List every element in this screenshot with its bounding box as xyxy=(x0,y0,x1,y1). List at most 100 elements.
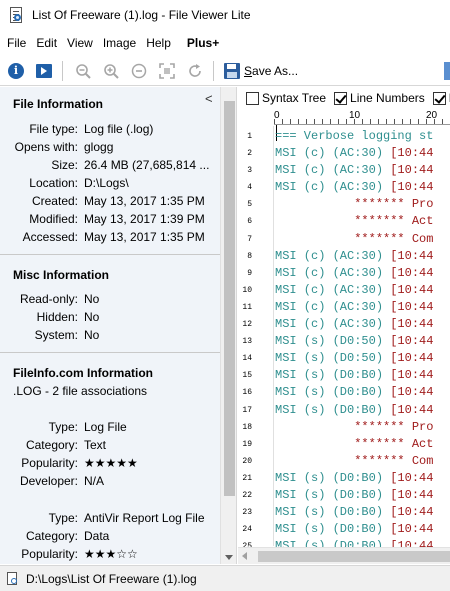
line-text: ******* Pro xyxy=(275,197,434,212)
location-label: Location: xyxy=(29,176,78,190)
fit-button[interactable] xyxy=(155,59,179,83)
line-text: MSI (s) (D0:B0) [10:44 xyxy=(275,487,434,502)
created-value: May 13, 2017 1:35 PM xyxy=(84,194,205,208)
log-line: 23 MSI (s) (D0:B0) [10:44 xyxy=(238,504,450,521)
log-line: 16 MSI (s) (D0:B0) [10:44 xyxy=(238,384,450,401)
line-text: MSI (c) (AC:30) [10:44 xyxy=(275,146,434,161)
line-numbers-toggle[interactable]: Line Numbers xyxy=(334,91,425,105)
log-line: 3 MSI (c) (AC:30) [10:44 xyxy=(238,162,450,179)
line-text: MSI (s) (D0:B0) [10:44 xyxy=(275,385,434,400)
line-number: 22 xyxy=(242,490,252,500)
log-line: 15 MSI (s) (D0:B0) [10:44 xyxy=(238,367,450,384)
line-number: 7 xyxy=(247,234,252,244)
line-text: MSI (s) (D0:50) [10:44 xyxy=(275,334,434,349)
zoom-out-button[interactable] xyxy=(71,59,95,83)
line-text: MSI (c) (AC:30) [10:44 xyxy=(275,180,434,195)
syntax-tree-toggle[interactable]: Syntax Tree xyxy=(246,91,326,105)
ruler-checkbox[interactable] xyxy=(432,91,446,105)
info-panel-scrollbar[interactable] xyxy=(220,87,236,564)
line-text: MSI (c) (AC:30) [10:44 xyxy=(275,299,434,314)
rotate-button[interactable] xyxy=(183,59,207,83)
export-icon xyxy=(36,63,52,78)
line-text: MSI (c) (AC:30) [10:44 xyxy=(275,163,434,178)
created-label: Created: xyxy=(31,194,78,208)
toolbar-overflow-button[interactable] xyxy=(444,62,450,80)
opens-with-label: Opens with: xyxy=(14,140,78,154)
menu-help[interactable]: Help xyxy=(141,30,176,56)
ruler-toggle[interactable]: Ru xyxy=(432,91,450,105)
line-number: 3 xyxy=(247,166,252,176)
line-numbers-checkbox[interactable] xyxy=(334,91,348,105)
menu-file[interactable]: File xyxy=(2,30,31,56)
fileinfo-com-title: FileInfo.com Information xyxy=(13,366,153,380)
log-line: 13 MSI (s) (D0:50) [10:44 xyxy=(238,333,450,350)
assoc1-developer-value: N/A xyxy=(84,474,105,488)
line-text: MSI (c) (AC:30) [10:44 xyxy=(275,248,434,263)
line-number: 11 xyxy=(242,302,252,312)
line-number: 10 xyxy=(242,285,252,295)
log-line: 7 ******* Com xyxy=(238,231,450,248)
menu-edit[interactable]: Edit xyxy=(31,30,62,56)
zoom-reset-button[interactable] xyxy=(127,59,151,83)
export-button[interactable] xyxy=(32,59,56,83)
save-as-button[interactable]: Save As... xyxy=(224,62,298,79)
log-line: 24 MSI (s) (D0:B0) [10:44 xyxy=(238,521,450,538)
status-file-path: D:\Logs\List Of Freeware (1).log xyxy=(26,571,197,586)
zoom-in-button[interactable] xyxy=(99,59,123,83)
file-type-label: File type: xyxy=(29,122,78,136)
log-line: 2 MSI (c) (AC:30) [10:44 xyxy=(238,145,450,162)
log-line: 9 MSI (c) (AC:30) [10:44 xyxy=(238,265,450,282)
ruler-ticks xyxy=(274,119,450,124)
assoc1-type-value: Log File xyxy=(84,420,127,434)
scroll-down-icon[interactable] xyxy=(225,555,233,560)
toolbar: i Save As... xyxy=(0,56,450,86)
menu-plus[interactable]: Plus+ xyxy=(182,30,224,56)
info-panel-scroll-thumb[interactable] xyxy=(224,101,235,496)
syntax-tree-checkbox[interactable] xyxy=(246,91,259,105)
read-only-label: Read-only: xyxy=(19,292,78,306)
system-value: No xyxy=(84,328,100,342)
log-content[interactable]: 1 === Verbose logging st 2 MSI (c) (AC:30) … xyxy=(238,128,450,555)
line-number: 19 xyxy=(242,439,252,449)
fit-icon xyxy=(159,62,175,79)
menu-view[interactable]: View xyxy=(62,30,98,56)
assoc1-category-label: Category: xyxy=(25,438,78,452)
line-text: ******* Pro xyxy=(275,419,434,434)
line-number: 20 xyxy=(242,456,252,466)
line-number: 12 xyxy=(242,320,252,330)
info-button[interactable]: i xyxy=(4,59,28,83)
log-line: 4 MSI (c) (AC:30) [10:44 xyxy=(238,179,450,196)
assoc2-category-value: Data xyxy=(84,529,110,543)
line-number: 8 xyxy=(247,251,252,261)
line-number: 24 xyxy=(242,525,252,535)
modified-value: May 13, 2017 1:39 PM xyxy=(84,212,205,226)
line-number: 17 xyxy=(242,405,252,415)
zoom-out-icon xyxy=(76,63,91,79)
line-text: === Verbose logging st xyxy=(275,129,434,143)
size-label: Size: xyxy=(51,158,78,172)
accessed-label: Accessed: xyxy=(22,230,78,244)
zoom-reset-icon xyxy=(131,63,147,78)
menu-image[interactable]: Image xyxy=(98,30,141,56)
log-line: 11 MSI (c) (AC:30) [10:44 xyxy=(238,299,450,316)
log-line: 22 MSI (s) (D0:B0) [10:44 xyxy=(238,487,450,504)
opens-with-value: glogg xyxy=(84,140,114,154)
line-number: 15 xyxy=(242,371,252,381)
ruler: 0 10 20 xyxy=(274,109,450,125)
line-number: 16 xyxy=(242,388,252,398)
horizontal-scrollbar[interactable] xyxy=(238,547,450,564)
line-text: MSI (c) (AC:30) [10:44 xyxy=(275,282,434,297)
line-text: MSI (s) (D0:B0) [10:44 xyxy=(275,505,434,520)
line-text: MSI (s) (D0:50) [10:44 xyxy=(275,351,434,366)
line-number: 21 xyxy=(242,473,252,483)
collapse-panel-icon[interactable]: < xyxy=(205,91,213,106)
viewer-options: Syntax Tree Line Numbers Ru xyxy=(238,87,450,109)
line-number: 9 xyxy=(247,268,252,278)
window-title: List Of Freeware (1).log - File Viewer L… xyxy=(32,8,251,22)
scroll-left-icon[interactable] xyxy=(242,552,247,560)
log-line: 14 MSI (s) (D0:50) [10:44 xyxy=(238,350,450,367)
file-icon xyxy=(6,571,20,586)
log-line: 19 ******* Act xyxy=(238,436,450,453)
section-divider xyxy=(0,352,220,353)
horizontal-scroll-thumb[interactable] xyxy=(258,551,450,562)
